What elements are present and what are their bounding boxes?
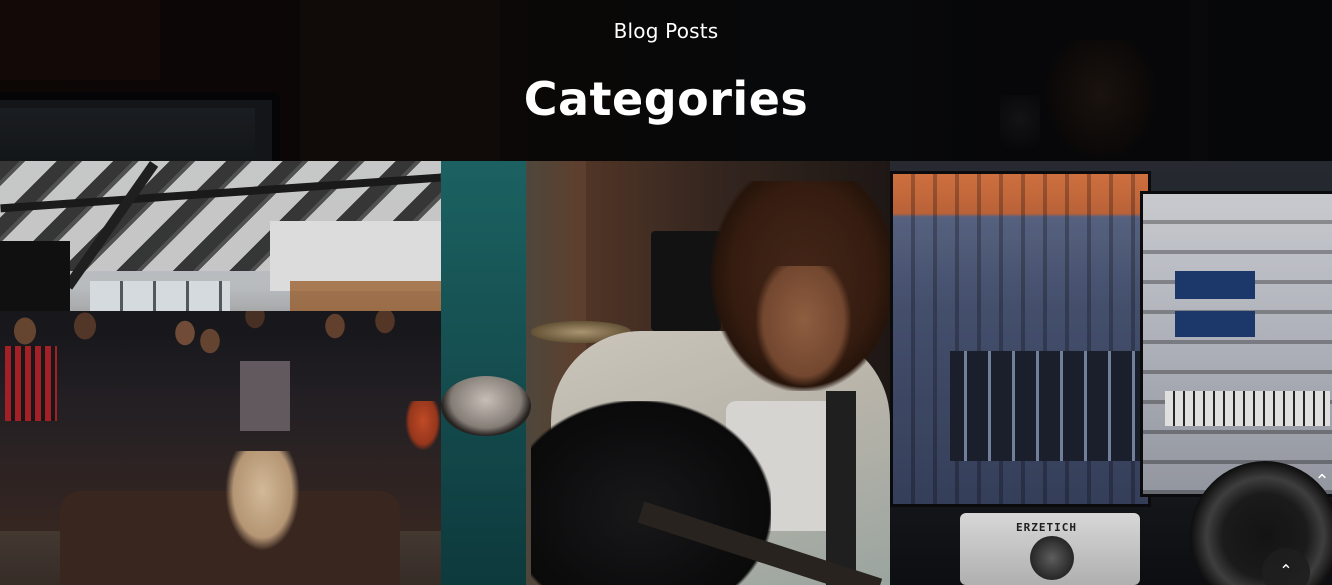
category-tile-1[interactable]	[0, 161, 441, 585]
category-tile-2[interactable]	[441, 161, 890, 585]
section-eyebrow: Blog Posts	[613, 19, 719, 43]
category-tile-3[interactable]: ERZETICH	[890, 161, 1332, 585]
category-grid: ERZETICH	[0, 161, 1332, 585]
categories-section: Blog Posts Categories ERZETICH ⌃ ⌃	[0, 0, 1332, 585]
section-title: Categories	[523, 72, 809, 126]
chevron-up-icon: ⌃	[1279, 561, 1293, 580]
section-heading: Blog Posts Categories	[0, 0, 1332, 161]
chevron-up-icon[interactable]: ⌃	[1312, 470, 1332, 494]
